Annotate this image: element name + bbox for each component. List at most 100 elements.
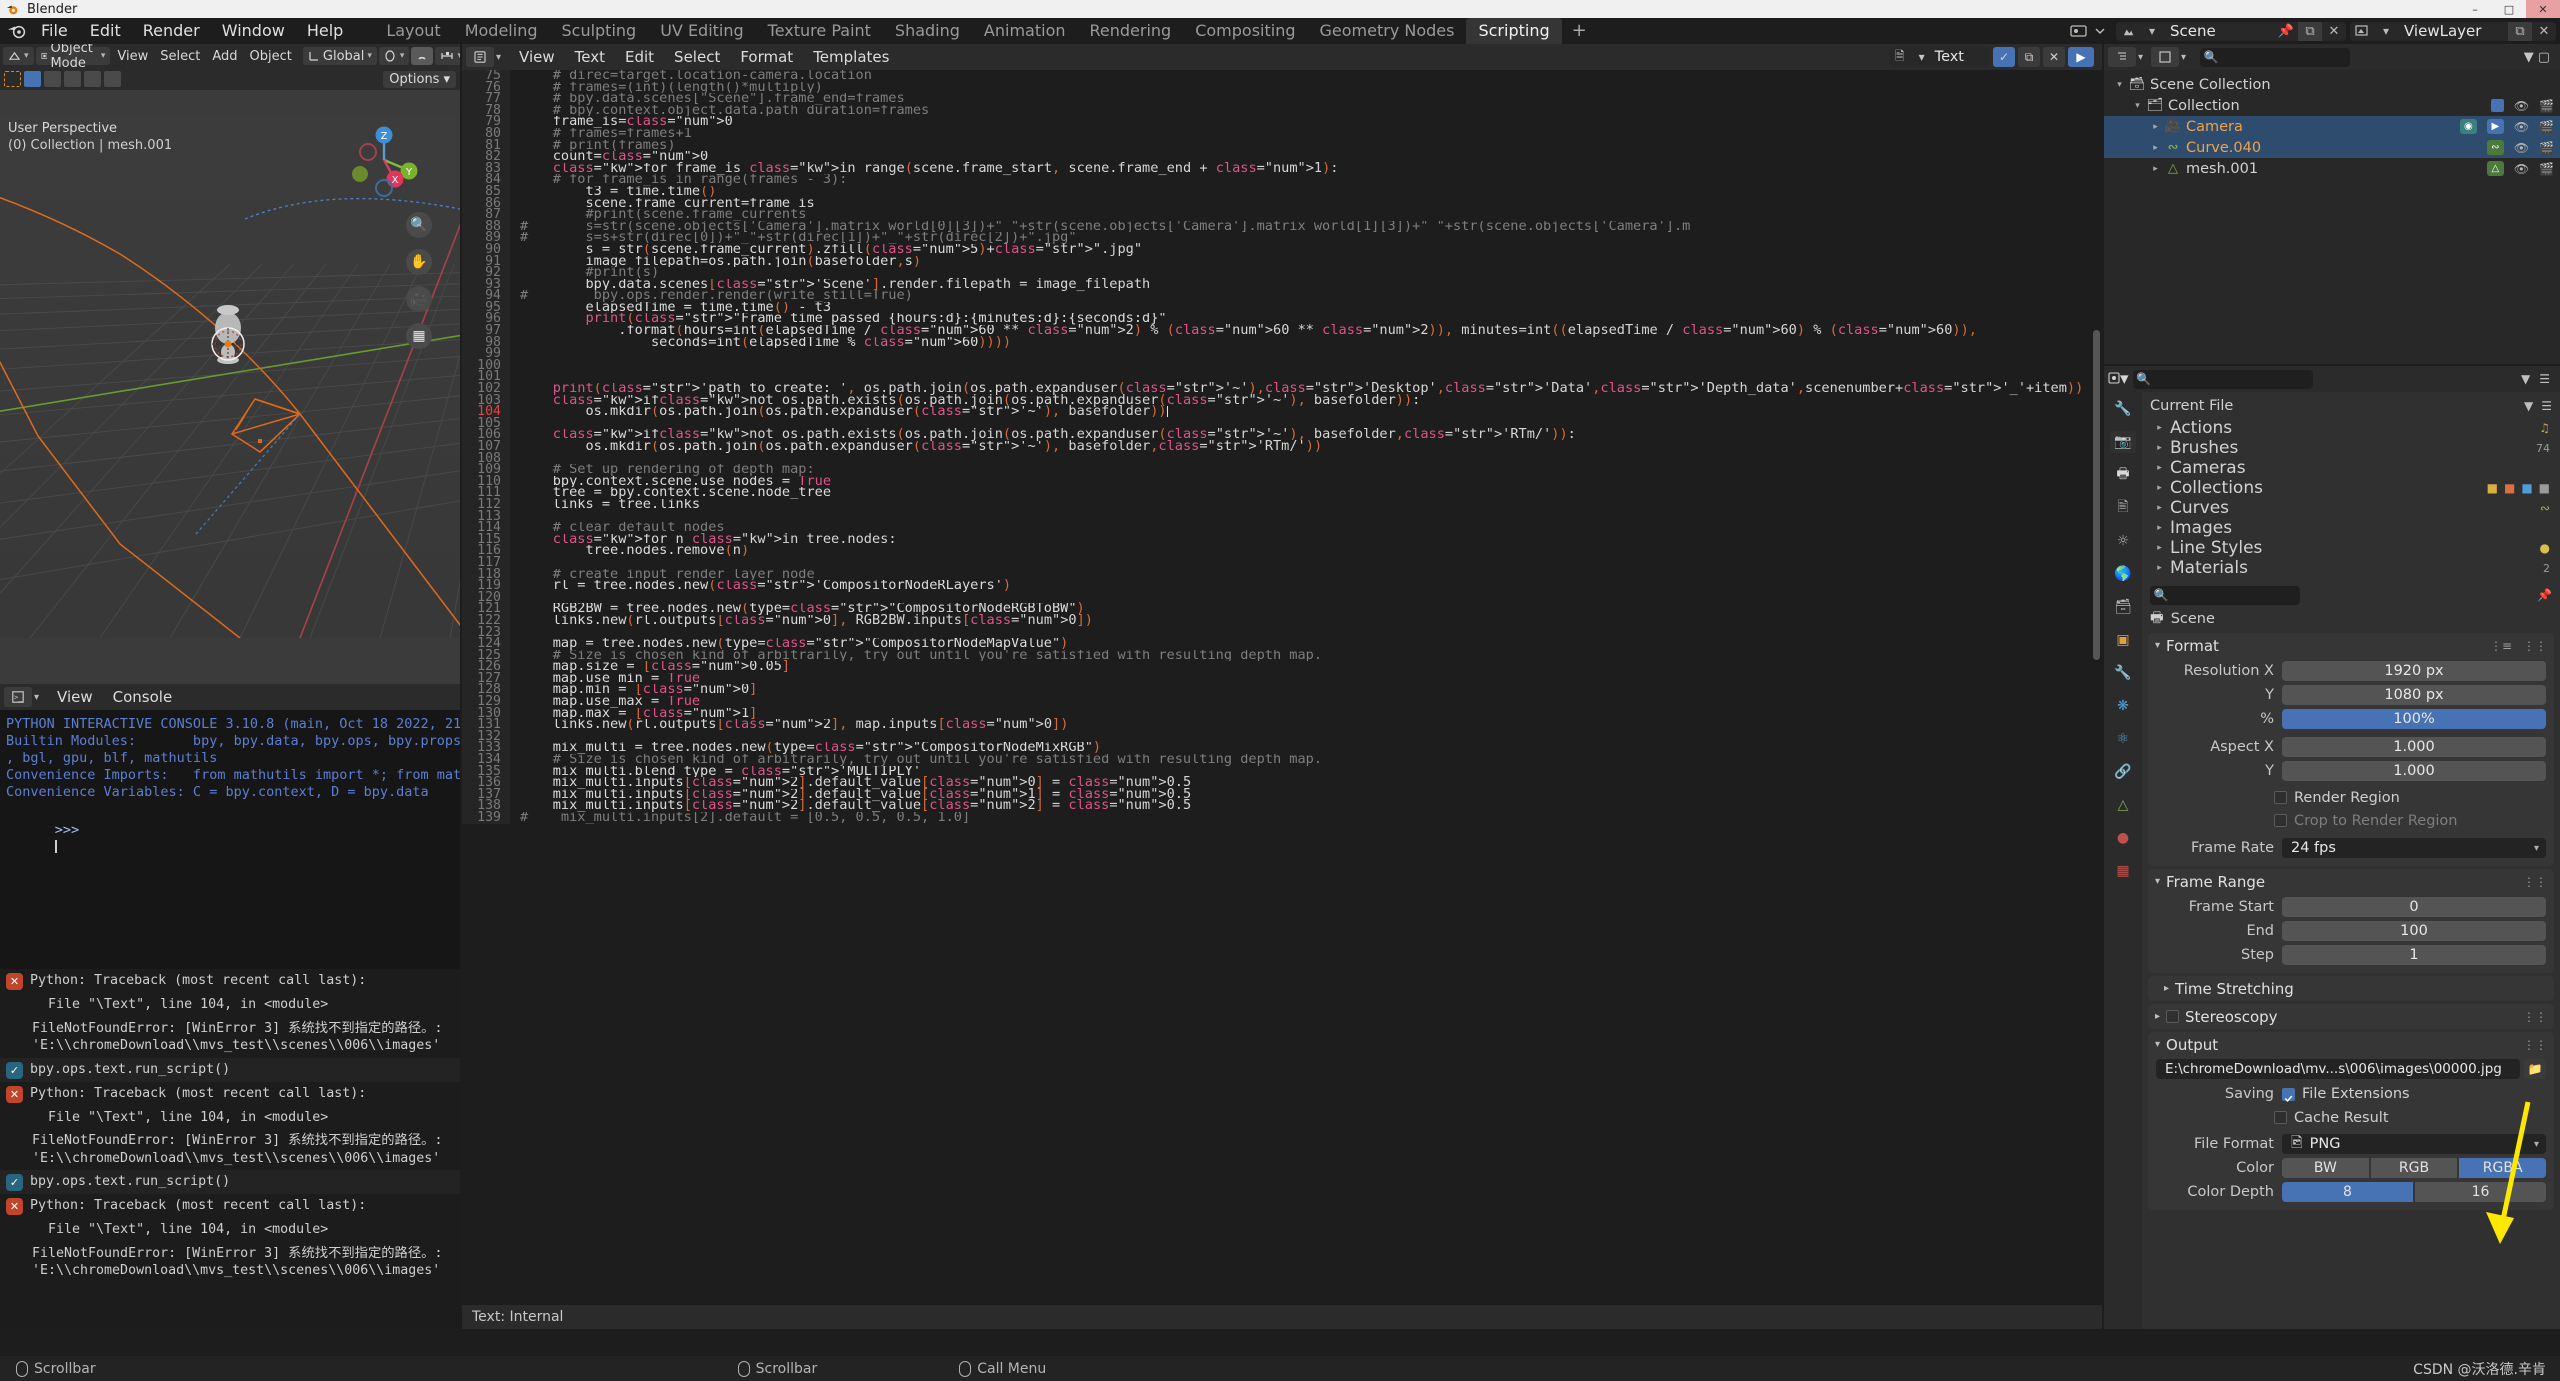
menu-window[interactable]: Window [211, 18, 296, 44]
blender-menu-icon[interactable] [6, 20, 28, 42]
expand-triangle-icon[interactable]: ▸ [2152, 483, 2167, 493]
code-line[interactable]: 99 [462, 347, 2102, 360]
tool-rotate[interactable] [104, 71, 121, 87]
file-format-field[interactable]: 🖻 PNG ▾ [2282, 1134, 2546, 1154]
viewport-menu-view[interactable]: View [112, 47, 153, 65]
code-line[interactable]: 129 map.use_max = True [462, 695, 2102, 708]
aspect-y-field[interactable]: 1.000 [2282, 761, 2546, 781]
snap-target-selector[interactable]: ▾ [435, 47, 460, 65]
code-line[interactable]: 122 links.new(rl.outputs[class="num">0],… [462, 613, 2102, 627]
chevron-down-icon[interactable]: ▾ [496, 52, 501, 63]
pin-scene-icon[interactable]: 📌 [2274, 22, 2298, 41]
frame-range-panel-header[interactable]: ▾ Frame Range ⋮⋮ [2148, 869, 2554, 894]
display-mode-button[interactable] [2151, 47, 2180, 67]
render-region-checkbox[interactable] [2274, 791, 2287, 804]
code-line[interactable]: 75 # direc=target.location-camera.locati… [462, 70, 2102, 82]
camera-view-icon[interactable]: 🎥 [406, 286, 432, 312]
tab-animation[interactable]: Animation [972, 18, 1078, 44]
tool-select-circle[interactable] [44, 71, 61, 87]
format-panel-header[interactable]: ▾ Format ⋮≡ ⋮⋮ [2148, 633, 2554, 658]
text-menu-format[interactable]: Format [730, 48, 803, 66]
pin-icon[interactable]: 📌 [2537, 588, 2552, 602]
viewlayer-selector[interactable]: ▾ ViewLayer ⧉ ✕ [2350, 21, 2556, 41]
text-menu-edit[interactable]: Edit [615, 48, 664, 66]
code-line[interactable]: 78 # bpy.context.object.data.path_durati… [462, 104, 2102, 117]
chevron-down-icon[interactable]: ▾ [2138, 52, 2143, 63]
tab-modifiers[interactable]: 🔧 [2110, 662, 2136, 684]
code-line[interactable]: 80 # frames=frames+1 [462, 127, 2102, 140]
code-line[interactable]: 94 # bpy.ops.render.render(write_still=Tr… [462, 289, 2102, 302]
info-entry[interactable]: File "\Text", line 104, in <module> [0, 1218, 460, 1242]
editor-type-button[interactable]: ▾ [3, 47, 34, 65]
code-line[interactable]: 135 mix_multi.blend_type = class="str">'… [462, 765, 2102, 778]
unlink-text-button[interactable]: ✕ [2043, 47, 2065, 67]
new-viewlayer-button[interactable]: ⧉ [2508, 21, 2532, 41]
camera-render-icon[interactable]: 🎬 [2539, 120, 2554, 134]
info-entry[interactable]: ✕ Python: Traceback (most recent call la… [0, 969, 460, 993]
code-line[interactable]: 81 # print(frames) [462, 139, 2102, 151]
code-line[interactable]: 84 # for frame_is in range(frames - 3): [462, 173, 2102, 186]
code-line[interactable]: 90 s = str(scene.frame_current).zfill(cl… [462, 242, 2102, 256]
tab-constraints[interactable]: 🔗 [2110, 761, 2136, 783]
expand-triangle-icon[interactable]: ▸ [2152, 423, 2167, 433]
filter-icon[interactable]: ▼ [2524, 399, 2533, 413]
grip-icon[interactable]: ⋮⋮ [2523, 875, 2547, 889]
chevron-down-icon[interactable]: ▾ [34, 692, 39, 703]
menu-help[interactable]: Help [296, 18, 354, 44]
code-line[interactable]: 92 #print(s) [462, 266, 2102, 279]
snap-pivot-button[interactable]: ▾ [378, 47, 410, 65]
stereoscopy-panel[interactable]: ▸ Stereoscopy ⋮⋮ [2148, 1004, 2554, 1029]
outliner-item-mesh[interactable]: ▸ △ mesh.001 △ 👁 🎬 [2104, 158, 2560, 179]
code-line[interactable]: 104 os.mkdir(os.path.join(os.path.expand… [462, 405, 2102, 418]
tab-object[interactable]: ▣ [2110, 629, 2136, 651]
code-line[interactable]: 124 map = tree.nodes.new(type=class="str… [462, 637, 2102, 650]
properties-content[interactable]: Current File ▼ ☰ ▸ Actions ♫ ▸ Brushes 7… [2142, 392, 2560, 1329]
tab-compositing[interactable]: Compositing [1183, 18, 1307, 44]
code-line[interactable]: 103 class="kw">if class ="kw">not os.path… [462, 393, 2102, 407]
code-line[interactable]: 136 mix_multi.inputs[class="num">2] .defa… [462, 776, 2102, 789]
editor-type-button[interactable] [466, 47, 494, 67]
color-depth-option-8[interactable]: 8 [2282, 1182, 2413, 1202]
code-area[interactable]: 75 # direc=target.location-camera.locati… [462, 70, 2102, 1305]
viewport-menu-select[interactable]: Select [155, 47, 205, 65]
datablock-row-linestyles[interactable]: ▸ Line Styles ● [2146, 538, 2556, 558]
color-option-rgba[interactable]: RGBA [2459, 1158, 2547, 1178]
menu-edit[interactable]: Edit [79, 18, 132, 44]
code-line[interactable]: 97 .format(hours=int(elapsedTime / class… [462, 323, 2102, 337]
tab-tool[interactable]: 🔧 [2110, 398, 2136, 420]
text-editor[interactable]: ▾ View Text Edit Select Format Templates… [462, 44, 2102, 1329]
code-line[interactable]: 131 links.new(rl.outputs[class="num">2],… [462, 718, 2102, 731]
tab-particles[interactable]: ❋ [2110, 695, 2136, 717]
animation-data-icon[interactable]: ▶ [2486, 119, 2504, 134]
checkbox-icon[interactable] [2490, 99, 2504, 112]
code-line[interactable]: 85 t3 = time.time() [462, 185, 2102, 198]
datablock-row-cameras[interactable]: ▸ Cameras [2146, 458, 2556, 478]
code-line[interactable]: 137 mix_multi.inputs[class="num">2] .defa… [462, 787, 2102, 801]
outliner-search-field[interactable] [2222, 49, 2333, 65]
mesh-data-icon[interactable]: △ [2486, 161, 2504, 176]
grip-icon[interactable]: ⋮⋮ [2523, 1010, 2547, 1024]
tab-material[interactable]: ● [2110, 827, 2136, 849]
pan-hand-icon[interactable]: ✋ [406, 249, 432, 275]
options-icon[interactable]: ☰ [2539, 372, 2550, 386]
info-entry[interactable]: FileNotFoundError: [WinError 3] 系统找不到指定的… [0, 1129, 460, 1170]
code-line[interactable]: 111 tree = bpy.context.scene.node_tree [462, 486, 2102, 499]
scene-selector[interactable]: ▾ Scene 📌 ⧉ ✕ [2116, 21, 2346, 41]
camera-render-icon[interactable]: 🎬 [2539, 99, 2554, 113]
camera-render-icon[interactable]: 🎬 [2539, 141, 2554, 155]
datablock-row-collections[interactable]: ▸ Collections ■ ■ ■ ■ [2146, 478, 2556, 498]
eye-icon[interactable]: 👁 [2514, 120, 2529, 134]
expand-triangle-icon[interactable]: ▸ [2152, 543, 2167, 553]
text-datablock-selector[interactable]: 🗎 ▾ Text [1888, 47, 1990, 67]
grip-icon[interactable]: ⋮⋮ [2523, 639, 2547, 653]
outliner-item-curve[interactable]: ▸ ∾ Curve.040 ∾ 👁 🎬 [2104, 137, 2560, 158]
output-panel-header[interactable]: ▾ Output ⋮⋮ [2148, 1032, 2554, 1057]
transform-orientation-selector[interactable]: Global ▾ [302, 47, 377, 65]
expand-triangle-icon[interactable]: ▸ [2148, 143, 2163, 153]
code-line[interactable]: 117 [462, 556, 2102, 569]
object-mode-selector[interactable]: Object Mode ▾ [35, 44, 111, 71]
expand-triangle-icon[interactable]: ▸ [2148, 122, 2163, 132]
code-line[interactable]: 139 # mix_multi.inputs[2].default = [0.5,… [462, 811, 2102, 824]
console-menu-console[interactable]: Console [103, 688, 183, 706]
editor-type-button[interactable] [2108, 47, 2136, 67]
